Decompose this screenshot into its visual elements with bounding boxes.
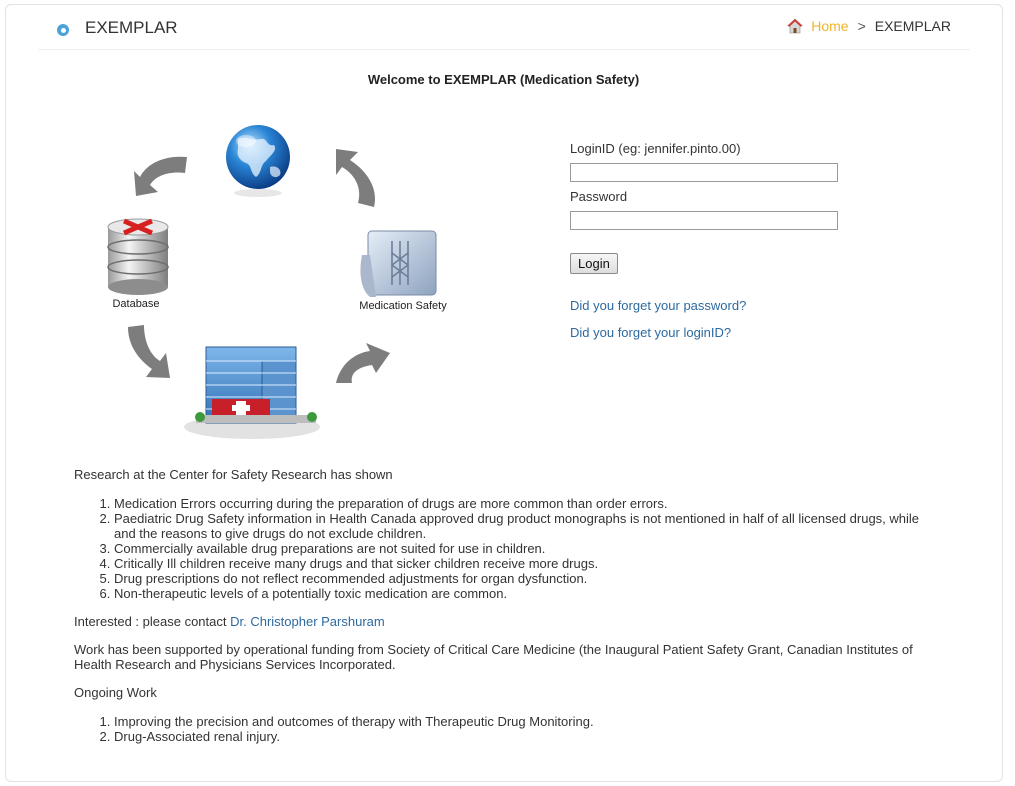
list-item: Improving the precision and outcomes of … bbox=[114, 714, 929, 729]
contact-prefix: Interested : please contact bbox=[74, 614, 231, 629]
globe-icon bbox=[226, 125, 290, 197]
loginid-label: LoginID (eg: jennifer.pinto.00) bbox=[570, 141, 741, 156]
password-input[interactable] bbox=[570, 211, 838, 230]
contact-link[interactable]: Dr. Christopher Parshuram bbox=[230, 614, 385, 629]
list-item: Critically Ill children receive many dru… bbox=[114, 556, 929, 571]
login-form: LoginID (eg: jennifer.pinto.00) Password… bbox=[570, 140, 870, 340]
contact-line: Interested : please contact Dr. Christop… bbox=[74, 614, 929, 629]
arrow-icon-top-left bbox=[134, 156, 187, 196]
list-item: Drug-Associated renal injury. bbox=[114, 729, 929, 744]
hospital-icon bbox=[184, 346, 320, 439]
forgot-password-link[interactable]: Did you forget your password? bbox=[570, 298, 870, 313]
list-item: Non-therapeutic levels of a potentially … bbox=[114, 586, 929, 601]
funding-text: Work has been supported by operational f… bbox=[74, 642, 913, 672]
loginid-input[interactable] bbox=[570, 163, 838, 182]
login-button[interactable]: Login bbox=[570, 253, 618, 274]
welcome-heading: Welcome to EXEMPLAR (Medication Safety) bbox=[367, 72, 640, 87]
list-item: Drug prescriptions do not reflect recomm… bbox=[114, 571, 929, 586]
app-title: EXEMPLAR bbox=[85, 18, 178, 37]
password-label: Password bbox=[570, 189, 628, 204]
page-header: EXEMPLAR Home > EXEMPLAR bbox=[38, 4, 970, 50]
database-label: Database bbox=[112, 298, 160, 310]
header-circle-icon bbox=[57, 24, 69, 36]
research-content: Research at the Center for Safety Resear… bbox=[74, 467, 929, 744]
medication-safety-icon bbox=[360, 230, 437, 297]
breadcrumb-home-link[interactable]: Home bbox=[811, 18, 848, 34]
home-icon[interactable] bbox=[787, 18, 803, 34]
ongoing-work-list: Improving the precision and outcomes of … bbox=[114, 714, 929, 744]
breadcrumb-separator: > bbox=[857, 18, 866, 34]
cycle-diagram-graphic bbox=[107, 125, 437, 439]
research-findings-list: Medication Errors occurring during the p… bbox=[114, 496, 929, 601]
list-item: Commercially available drug preparations… bbox=[114, 541, 929, 556]
breadcrumb-current: EXEMPLAR bbox=[874, 18, 951, 34]
list-item: Medication Errors occurring during the p… bbox=[114, 496, 929, 511]
research-intro: Research at the Center for Safety Resear… bbox=[74, 467, 393, 482]
medication-safety-label: Medication Safety bbox=[359, 300, 447, 312]
arrow-icon-bottom-right bbox=[336, 343, 390, 383]
cycle-diagram: Database Medication Safety bbox=[100, 115, 460, 445]
database-icon bbox=[107, 218, 169, 295]
list-item: Paediatric Drug Safety information in He… bbox=[114, 511, 929, 541]
arrow-icon-bottom-left bbox=[128, 325, 170, 378]
arrow-icon-top-right bbox=[336, 149, 375, 207]
forgot-loginid-link[interactable]: Did you forget your loginID? bbox=[570, 325, 870, 340]
ongoing-work-title: Ongoing Work bbox=[74, 685, 157, 700]
breadcrumb: Home > EXEMPLAR bbox=[787, 18, 951, 34]
